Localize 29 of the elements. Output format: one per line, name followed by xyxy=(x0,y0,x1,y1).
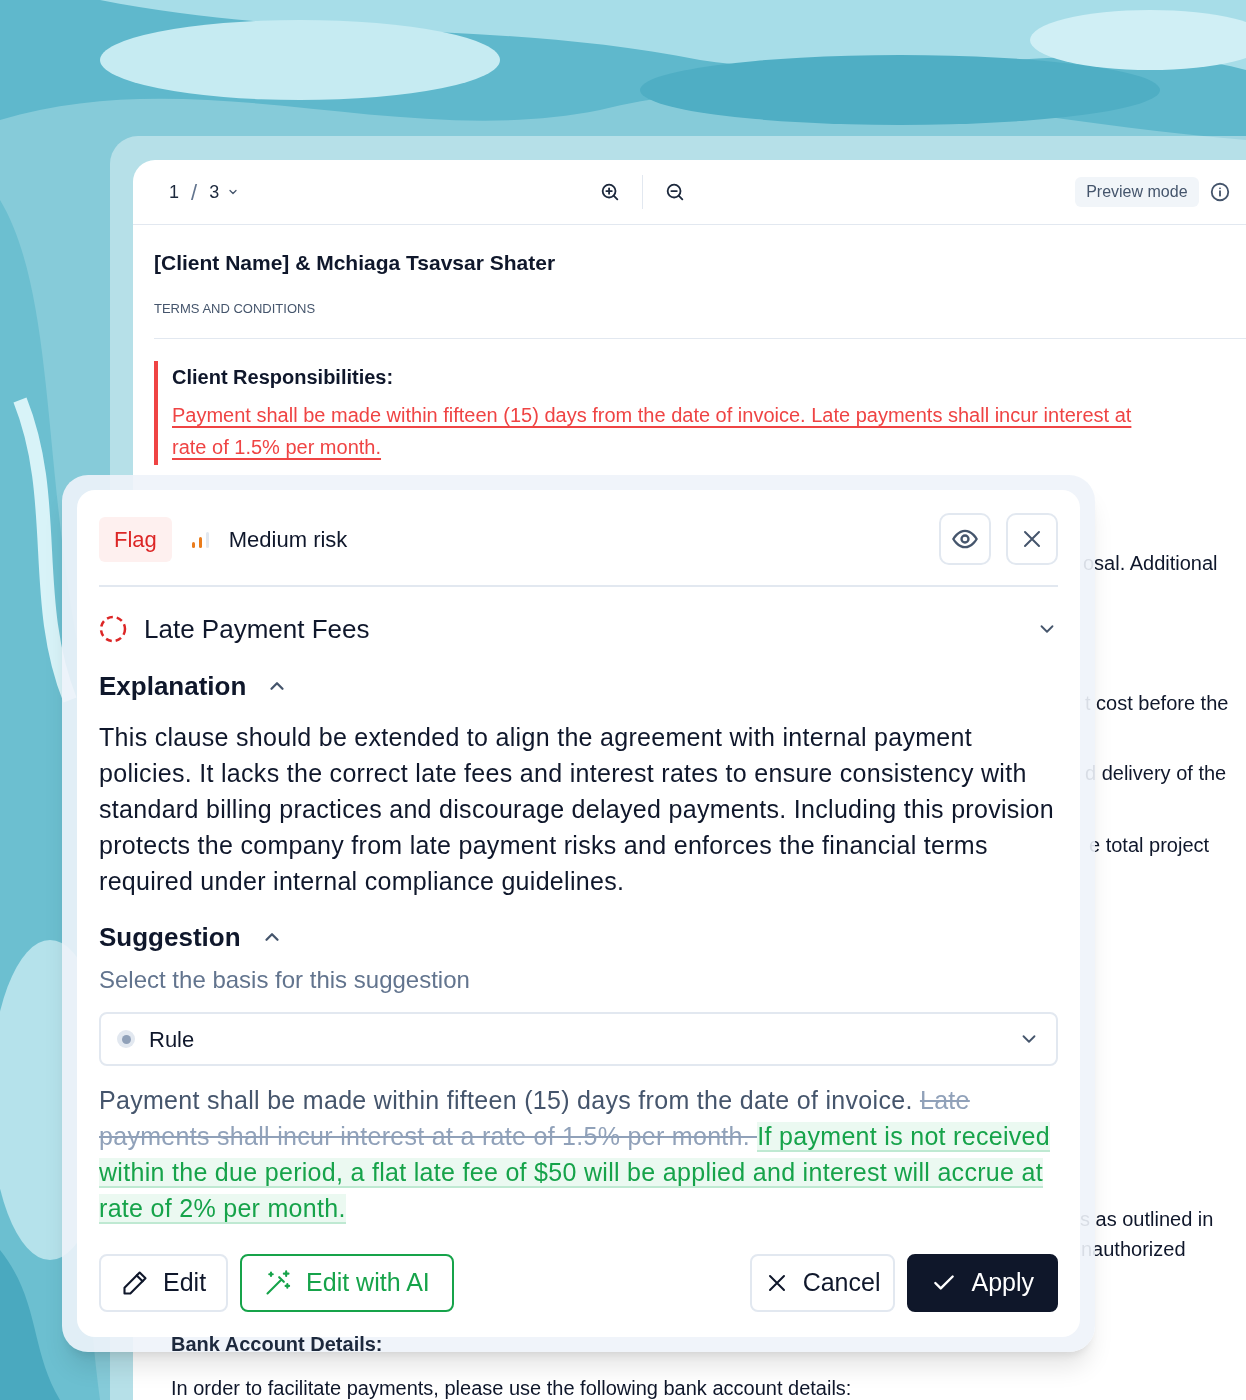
basis-dropdown[interactable]: Rule xyxy=(99,1012,1058,1066)
document-subtitle: TERMS AND CONDITIONS xyxy=(154,299,317,318)
apply-button[interactable]: Apply xyxy=(907,1254,1058,1312)
flag-badge: Flag xyxy=(99,516,172,562)
preview-button[interactable] xyxy=(939,513,991,565)
edit-button[interactable]: Edit xyxy=(99,1254,229,1312)
flagged-text: Payment shall be made within fifteen (15) days from the date of invoice. Late payments shall incur interest at xyxy=(172,403,1133,428)
page-separator: / xyxy=(191,178,198,207)
risk-label: Medium risk xyxy=(228,525,348,554)
page-number: 1 xyxy=(169,180,179,204)
flagged-text: rate of 1.5% per month. xyxy=(172,435,382,460)
explanation-text: This clause should be extended to align the agreement with internal payment policies. It lacks the correct late fees and interest rates to ensure consistency with standard billing practices and discourage delayed payments. Including this provision protects the company from late payment risks and enforces the financial terms required under internal compliance guidelines. xyxy=(99,722,1055,897)
suggestion-prompt: Select the basis for this suggestion xyxy=(99,965,471,995)
dashed-circle-icon xyxy=(99,615,127,643)
section-heading: Bank Account Details: xyxy=(171,1334,383,1354)
info-icon[interactable] xyxy=(1208,181,1231,203)
document-title: [Client Name] & Mchiaga Tsavsar Shater xyxy=(154,250,557,276)
section-toggle[interactable]: Explanation xyxy=(99,671,289,701)
pencil-icon xyxy=(121,1269,149,1297)
page-selector[interactable]: 3 xyxy=(209,178,240,206)
mode-badge: Preview mode xyxy=(1075,177,1199,207)
close-button[interactable] xyxy=(1006,513,1058,565)
section-toggle[interactable]: Suggestion xyxy=(99,922,283,952)
magic-wand-icon xyxy=(264,1269,293,1297)
cancel-button[interactable]: Cancel xyxy=(749,1254,896,1312)
document-text: In order to facilitate payments, please use the following bank account details: xyxy=(171,1376,852,1400)
issue-title: Late Payment Fees xyxy=(144,612,370,646)
document-text: e total project xyxy=(1089,833,1210,858)
section-heading: Client Responsibilities: xyxy=(172,365,395,390)
